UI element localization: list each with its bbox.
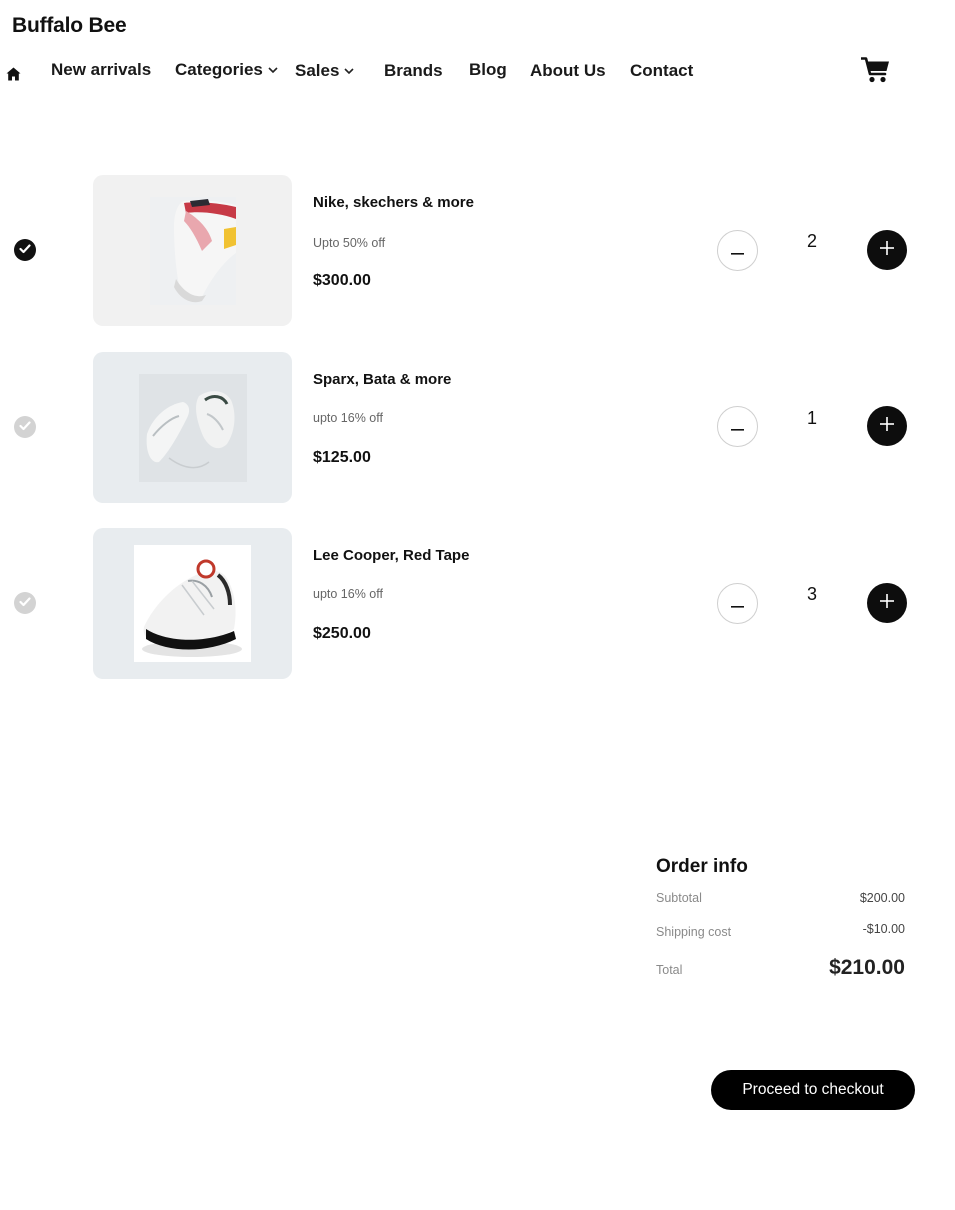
- product-price: $250.00: [313, 625, 371, 642]
- shipping-label: Shipping cost: [656, 925, 732, 939]
- nav-label: Blog: [469, 60, 507, 79]
- product-price: $125.00: [313, 449, 371, 466]
- proceed-to-checkout-button[interactable]: Proceed to checkout: [711, 1070, 915, 1110]
- total-value: $210.00: [829, 956, 905, 979]
- order-title: Order info: [656, 856, 748, 877]
- checkmark-icon: [19, 241, 31, 259]
- increase-quantity-button[interactable]: [867, 406, 907, 446]
- product-name[interactable]: Nike, skechers & more: [313, 194, 474, 211]
- product-name[interactable]: Sparx, Bata & more: [313, 371, 451, 388]
- nav-label: Contact: [630, 61, 694, 80]
- product-discount: Upto 50% off: [313, 236, 386, 250]
- quantity-value: 2: [806, 231, 817, 251]
- nav-about-us[interactable]: About Us: [530, 57, 606, 85]
- nav-brands[interactable]: Brands: [384, 57, 443, 85]
- product-thumbnail[interactable]: [93, 175, 292, 326]
- main-nav: New arrivals Categories Sales Brands Blo…: [0, 56, 955, 86]
- nav-contact[interactable]: Contact: [630, 57, 693, 85]
- home-icon: [6, 67, 21, 81]
- product-discount: upto 16% off: [313, 411, 383, 425]
- subtotal-row: Subtotal $200.00: [656, 891, 905, 905]
- plus-icon: [880, 240, 894, 260]
- quantity-value: 1: [806, 408, 817, 428]
- shipping-row: Shipping cost -$10.00: [656, 922, 905, 939]
- nav-categories[interactable]: Categories: [175, 56, 278, 84]
- select-checkbox[interactable]: [14, 592, 36, 614]
- nav-label: Sales: [295, 61, 340, 80]
- product-image: [149, 196, 236, 305]
- plus-icon: [880, 416, 894, 436]
- nav-label: Brands: [384, 61, 443, 80]
- cart-item: Nike, skechers & more Upto 50% off $300.…: [0, 175, 955, 327]
- product-price: $300.00: [313, 272, 371, 289]
- product-thumbnail[interactable]: [93, 352, 292, 503]
- checkmark-icon: [19, 594, 31, 612]
- product-name[interactable]: Lee Cooper, Red Tape: [313, 547, 469, 564]
- total-label: Total: [656, 963, 683, 977]
- product-discount: upto 16% off: [313, 587, 383, 601]
- shipping-value: -$10.00: [862, 922, 905, 936]
- nav-label: About Us: [530, 61, 606, 80]
- decrease-quantity-button[interactable]: [717, 583, 758, 624]
- nav-blog[interactable]: Blog: [469, 56, 507, 84]
- subtotal-label: Subtotal: [656, 891, 702, 905]
- brand-logo[interactable]: Buffalo Bee: [12, 14, 127, 38]
- nav-label: Categories: [175, 60, 263, 79]
- checkmark-icon: [19, 418, 31, 436]
- select-checkbox[interactable]: [14, 416, 36, 438]
- nav-new-arrivals[interactable]: New arrivals: [51, 56, 151, 84]
- minus-icon: [731, 418, 744, 436]
- order-summary: Order info Subtotal $200.00 Shipping cos…: [656, 856, 905, 979]
- select-checkbox[interactable]: [14, 239, 36, 261]
- minus-icon: [731, 242, 744, 260]
- home-link[interactable]: [6, 60, 21, 88]
- cart-icon: [861, 57, 890, 83]
- nav-label: New arrivals: [51, 60, 152, 79]
- nav-sales[interactable]: Sales: [295, 57, 355, 85]
- decrease-quantity-button[interactable]: [717, 230, 758, 271]
- increase-quantity-button[interactable]: [867, 230, 907, 270]
- quantity-value: 3: [806, 584, 817, 604]
- cart-item: Lee Cooper, Red Tape upto 16% off $250.0…: [0, 528, 955, 680]
- product-image: [134, 545, 251, 662]
- increase-quantity-button[interactable]: [867, 583, 907, 623]
- cart-button[interactable]: [861, 56, 890, 84]
- product-thumbnail[interactable]: [93, 528, 292, 679]
- chevron-down-icon: [344, 67, 355, 75]
- cart-item: Sparx, Bata & more upto 16% off $125.00 …: [0, 352, 955, 504]
- subtotal-value: $200.00: [859, 891, 905, 905]
- decrease-quantity-button[interactable]: [717, 406, 758, 447]
- plus-icon: [880, 593, 894, 613]
- chevron-down-icon: [268, 66, 278, 74]
- product-image: [138, 373, 247, 482]
- total-row: Total $210.00: [656, 956, 905, 980]
- minus-icon: [731, 595, 744, 613]
